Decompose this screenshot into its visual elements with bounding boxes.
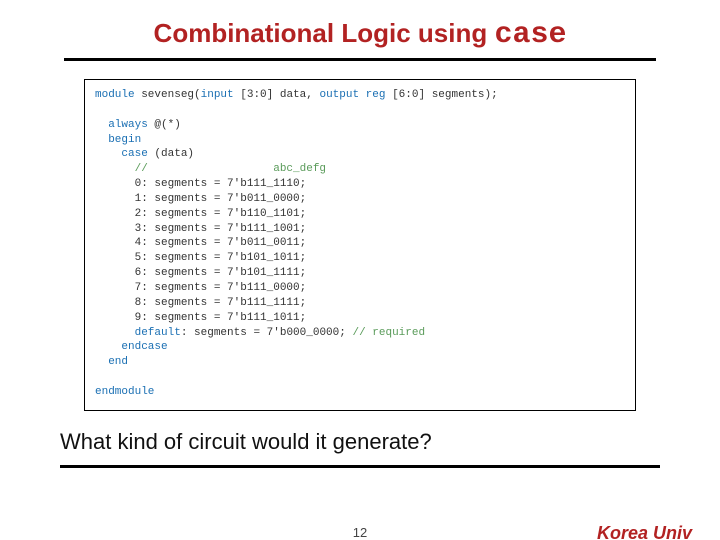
kw-begin: begin xyxy=(95,134,141,146)
code-line: 8: segments = 7'b111_1111; xyxy=(95,297,306,309)
kw-input: input xyxy=(201,89,234,101)
code-line: 2: segments = 7'b110_1101; xyxy=(95,208,306,220)
code-line: 3: segments = 7'b111_1001; xyxy=(95,223,306,235)
kw-module: module xyxy=(95,89,135,101)
title-prefix: Combinational Logic using xyxy=(154,18,495,48)
code-text: : segments = 7'b000_0000; xyxy=(181,327,353,339)
code-text: (data) xyxy=(148,148,194,160)
code-text: [6:0] segments); xyxy=(385,89,497,101)
divider-bottom xyxy=(60,465,660,468)
slide-title: Combinational Logic using case xyxy=(0,18,720,52)
title-keyword: case xyxy=(494,18,566,52)
code-line: 4: segments = 7'b011_0011; xyxy=(95,237,306,249)
kw-output-reg: output reg xyxy=(319,89,385,101)
code-block: module sevenseg(input [3:0] data, output… xyxy=(84,79,636,411)
code-line: 0: segments = 7'b111_1110; xyxy=(95,178,306,190)
code-line: 6: segments = 7'b101_1111; xyxy=(95,267,306,279)
kw-always: always xyxy=(95,119,148,131)
brand-label: Korea Univ xyxy=(597,523,692,540)
kw-endcase: endcase xyxy=(95,341,168,353)
kw-end: end xyxy=(95,356,128,368)
kw-endmodule: endmodule xyxy=(95,386,154,398)
kw-default: default xyxy=(95,327,181,339)
code-text: sevenseg( xyxy=(135,89,201,101)
question-text: What kind of circuit would it generate? xyxy=(60,429,660,455)
slide: Combinational Logic using case module se… xyxy=(0,18,720,540)
divider-top xyxy=(64,58,656,61)
code-line: 5: segments = 7'b101_1011; xyxy=(95,252,306,264)
code-line: 1: segments = 7'b011_0000; xyxy=(95,193,306,205)
kw-case: case xyxy=(95,148,148,160)
comment: // required xyxy=(352,327,425,339)
comment: // abc_defg xyxy=(95,163,326,175)
code-line: 9: segments = 7'b111_1011; xyxy=(95,312,306,324)
code-line: 7: segments = 7'b111_0000; xyxy=(95,282,306,294)
code-text: [3:0] data, xyxy=(234,89,320,101)
code-text: @(*) xyxy=(148,119,181,131)
